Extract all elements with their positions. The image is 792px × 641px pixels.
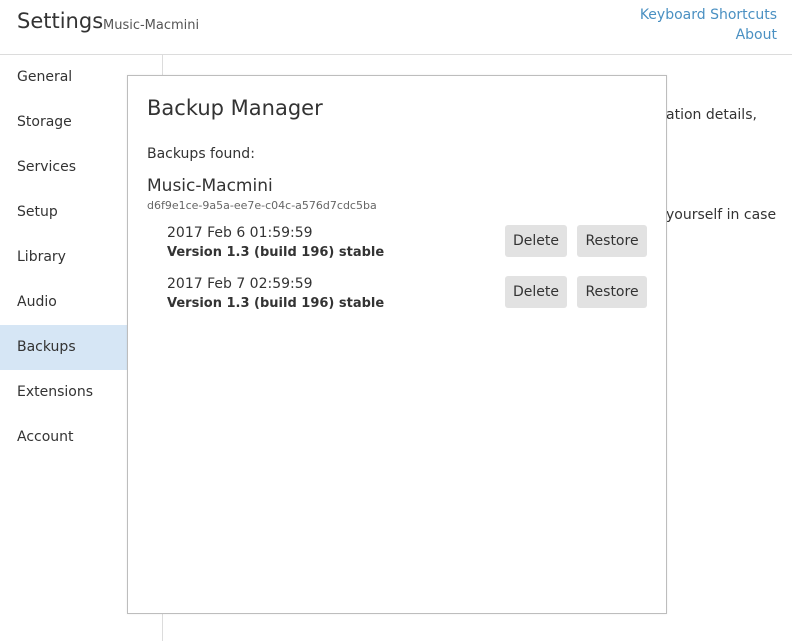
backup-row: 2017 Feb 6 01:59:59 Version 1.3 (build 1… — [167, 225, 647, 265]
sidebar-item-services[interactable]: Services — [0, 145, 127, 190]
keyboard-shortcuts-link[interactable]: Keyboard Shortcuts — [640, 5, 777, 25]
sidebar-item-account[interactable]: Account — [0, 415, 127, 460]
delete-backup-button[interactable]: Delete — [505, 225, 567, 257]
backup-date: 2017 Feb 7 02:59:59 — [167, 276, 313, 292]
backup-version: Version 1.3 (build 196) stable — [167, 296, 385, 311]
machine-id: d6f9e1ce-9a5a-ee7e-c04c-a576d7cdc5ba — [147, 199, 377, 212]
settings-window: Settings Music-Macmini Keyboard Shortcut… — [0, 0, 792, 641]
background-text-fragment: ation details, — [666, 107, 757, 123]
backup-row: 2017 Feb 7 02:59:59 Version 1.3 (build 1… — [167, 276, 647, 316]
backup-version: Version 1.3 (build 196) stable — [167, 245, 385, 260]
restore-backup-button[interactable]: Restore — [577, 225, 647, 257]
dialog-title: Backup Manager — [147, 96, 323, 120]
backups-found-label: Backups found: — [147, 146, 255, 162]
about-link[interactable]: About — [640, 25, 777, 45]
sidebar-item-library[interactable]: Library — [0, 235, 127, 280]
sidebar-item-extensions[interactable]: Extensions — [0, 370, 127, 415]
sidebar-item-setup[interactable]: Setup — [0, 190, 127, 235]
machine-name: Music-Macmini — [147, 176, 273, 196]
sidebar-item-audio[interactable]: Audio — [0, 280, 127, 325]
delete-backup-button[interactable]: Delete — [505, 276, 567, 308]
sidebar-item-general[interactable]: General — [0, 55, 127, 100]
sidebar: General Storage Services Setup Library A… — [0, 55, 127, 641]
header-links: Keyboard Shortcuts About — [640, 5, 777, 45]
sidebar-item-storage[interactable]: Storage — [0, 100, 127, 145]
restore-backup-button[interactable]: Restore — [577, 276, 647, 308]
header: Settings Music-Macmini Keyboard Shortcut… — [0, 0, 792, 55]
backup-manager-dialog: Backup Manager Backups found: Music-Macm… — [127, 75, 667, 614]
device-name: Music-Macmini — [103, 18, 200, 33]
background-text-fragment: yourself in case — [666, 207, 777, 223]
page-title: Settings — [17, 9, 104, 33]
sidebar-item-backups[interactable]: Backups — [0, 325, 127, 370]
backup-date: 2017 Feb 6 01:59:59 — [167, 225, 313, 241]
